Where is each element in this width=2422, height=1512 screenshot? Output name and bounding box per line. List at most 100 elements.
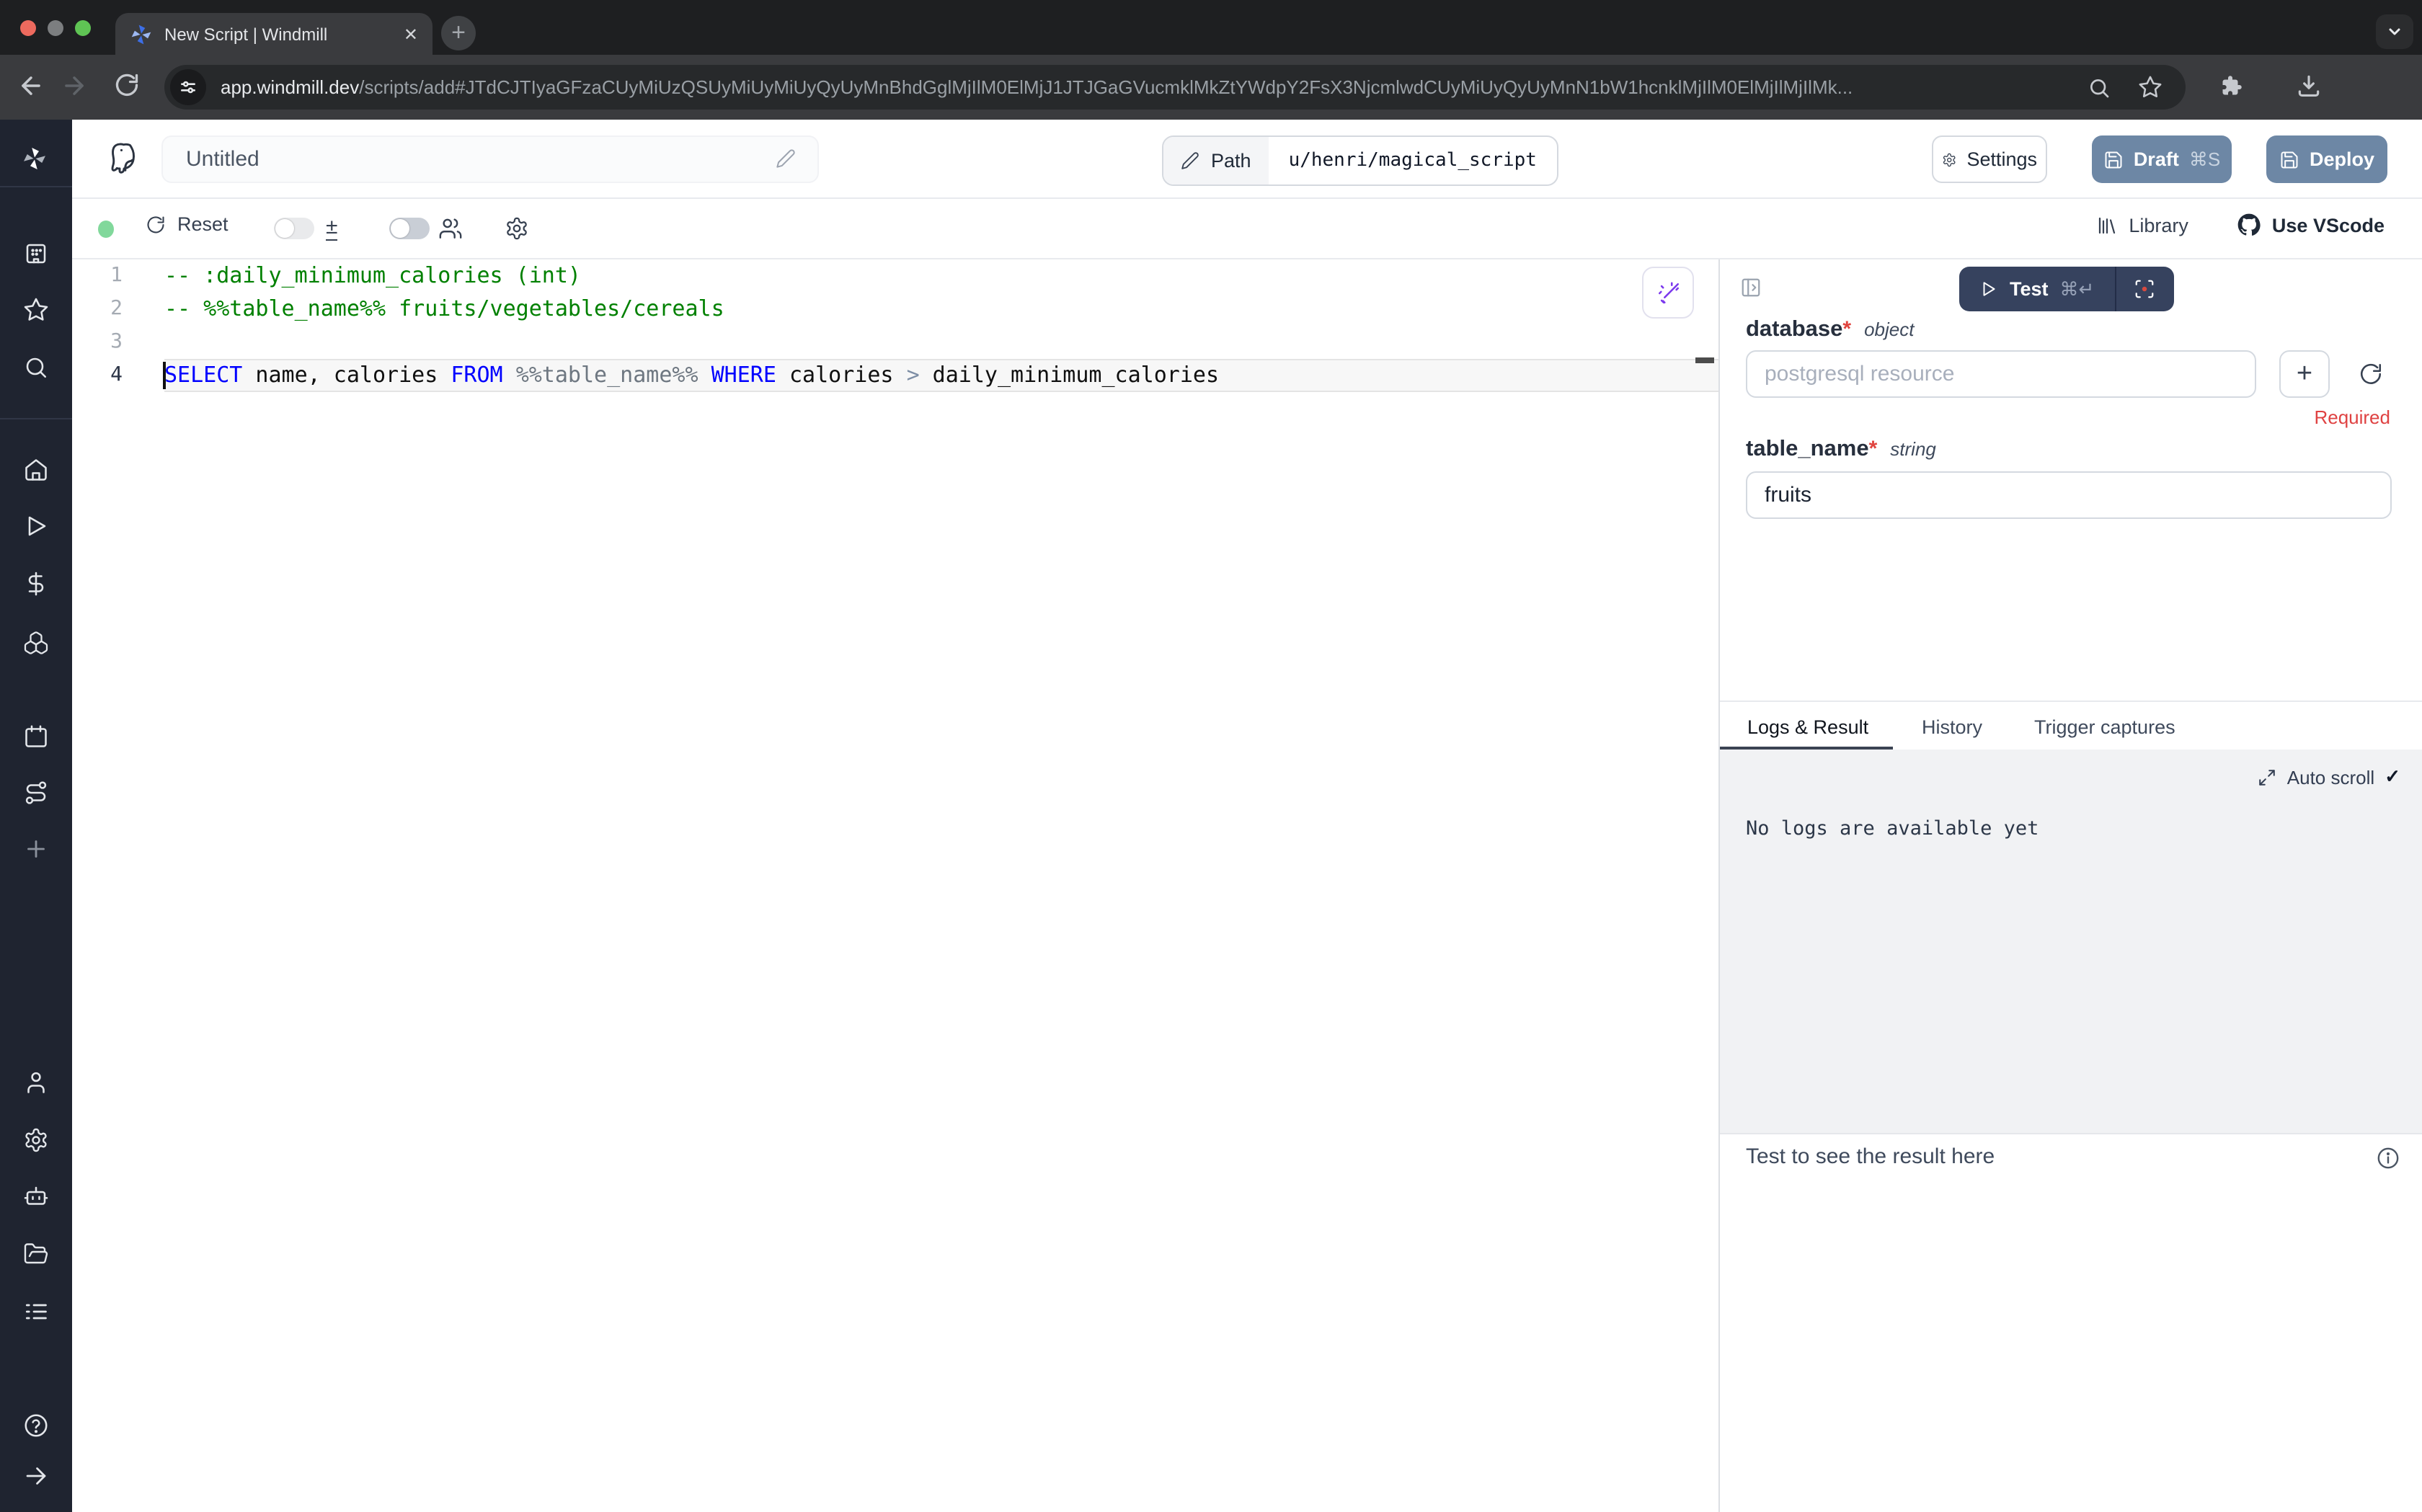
sidebar-item-search-icon[interactable] xyxy=(23,355,49,381)
tab-search-button[interactable] xyxy=(2376,14,2413,49)
scan-record-icon xyxy=(2134,278,2155,300)
chevron-down-icon xyxy=(2386,23,2403,40)
zoom-icon[interactable] xyxy=(2088,76,2111,99)
tab-close-icon[interactable]: ✕ xyxy=(404,24,418,44)
download-icon[interactable] xyxy=(2295,71,2323,99)
magic-wand-icon xyxy=(1656,280,1680,305)
window-close-button[interactable] xyxy=(20,19,36,35)
tab-logs-result[interactable]: Logs & Result xyxy=(1720,702,1893,751)
path-label: Path xyxy=(1211,150,1251,172)
url-bar[interactable]: app.windmill.dev/scripts/add#JTdCJTIyaGF… xyxy=(164,65,2186,110)
tab-history[interactable]: History xyxy=(1922,702,1982,751)
sidebar-item-variables-dollar-icon[interactable] xyxy=(23,571,49,597)
forward-icon[interactable] xyxy=(61,72,88,99)
database-input[interactable] xyxy=(1746,350,2256,398)
site-settings-icon[interactable] xyxy=(170,69,206,105)
sidebar-item-settings-gear-icon[interactable] xyxy=(23,1127,49,1153)
test-shortcut: ⌘↵ xyxy=(2060,277,2095,301)
new-tab-button[interactable]: + xyxy=(441,16,476,50)
tab-strip: New Script | Windmill ✕ + xyxy=(0,0,2422,55)
ai-assistant-button[interactable] xyxy=(1642,267,1694,319)
save-icon xyxy=(2279,149,2299,169)
line-number: 3 xyxy=(72,326,123,359)
test-button[interactable]: Test ⌘↵ xyxy=(1959,267,2114,311)
settings-label: Settings xyxy=(1966,148,2037,170)
reset-label: Reset xyxy=(177,213,229,235)
sidebar-item-routes-icon[interactable] xyxy=(23,780,49,806)
library-label: Library xyxy=(2129,214,2188,236)
watch-mode-button[interactable] xyxy=(2116,267,2173,311)
required-asterisk: * xyxy=(1869,437,1878,461)
github-octocat-icon xyxy=(2237,213,2261,236)
tab-title: New Script | Windmill xyxy=(164,24,395,44)
table-name-input[interactable] xyxy=(1746,471,2392,519)
reset-button[interactable]: Reset xyxy=(146,213,229,235)
sidebar-item-schedules-calendar-icon[interactable] xyxy=(23,724,49,750)
path-edit-segment[interactable]: Path xyxy=(1163,137,1269,184)
bookmark-star-icon[interactable] xyxy=(2138,75,2162,99)
code-line-2[interactable]: 2-- %%table_name%% fruits/vegetables/cer… xyxy=(72,293,1718,326)
script-summary-input[interactable] xyxy=(161,135,819,183)
edit-pencil-icon[interactable] xyxy=(776,148,796,169)
settings-button[interactable]: Settings xyxy=(1932,135,2047,183)
add-resource-button[interactable]: + xyxy=(2279,350,2330,398)
field-type: string xyxy=(1890,438,1936,460)
code-line-3[interactable]: 3 xyxy=(72,326,1718,359)
code-line-4[interactable]: 4SELECT name, calories FROM %%table_name… xyxy=(72,359,1718,392)
url-path: /scripts/add#JTdCJTIyaGFzaCUyMiUzQSUyMiU… xyxy=(359,76,1853,98)
main-area: Path u/henri/magical_script Settings Dra… xyxy=(72,120,2422,1512)
gear-icon xyxy=(1942,149,1956,169)
sidebar-item-help-icon[interactable] xyxy=(23,1413,49,1438)
sidebar-item-workers-robot-icon[interactable] xyxy=(23,1183,49,1209)
screen: New Script | Windmill ✕ + app.windmill.d… xyxy=(0,0,2422,1512)
draft-label: Draft xyxy=(2134,148,2179,170)
vscode-label: Use VScode xyxy=(2272,214,2385,236)
field-name: table_name* xyxy=(1746,437,1877,463)
sidebar-item-apps[interactable] xyxy=(23,241,49,267)
multiplayer-toggle[interactable] xyxy=(389,218,430,239)
diff-toggle[interactable] xyxy=(274,218,314,239)
deploy-label: Deploy xyxy=(2310,148,2374,170)
url-host: app.windmill.dev xyxy=(221,76,359,98)
sidebar-item-resources-cubes-icon[interactable] xyxy=(23,630,49,656)
save-draft-button[interactable]: Draft ⌘S xyxy=(2092,135,2232,183)
test-label: Test xyxy=(2010,278,2049,300)
editor-settings-gear-icon[interactable] xyxy=(505,216,529,241)
auto-scroll-control[interactable]: Auto scroll ✓ xyxy=(2258,765,2400,788)
back-icon[interactable] xyxy=(17,72,45,99)
run-panel: Test ⌘↵ database* object + xyxy=(1718,259,2422,1512)
sidebar-item-audit-logs-icon[interactable] xyxy=(23,1299,49,1325)
sidebar-item-runs-play-icon[interactable] xyxy=(23,513,49,539)
panel-collapse-icon[interactable] xyxy=(1740,277,1762,298)
info-icon[interactable] xyxy=(2376,1146,2400,1170)
deploy-button[interactable]: Deploy xyxy=(2266,135,2387,183)
play-icon xyxy=(1979,280,1998,298)
browser-toolbar: app.windmill.dev/scripts/add#JTdCJTIyaGF… xyxy=(0,55,2422,120)
code-editor[interactable]: 1-- :daily_minimum_calories (int)2-- %%t… xyxy=(72,259,1718,1512)
library-button[interactable]: Library xyxy=(2095,214,2188,236)
sidebar-item-add-icon[interactable] xyxy=(23,836,49,862)
tab-trigger-captures[interactable]: Trigger captures xyxy=(2034,702,2175,751)
refresh-resources-icon[interactable] xyxy=(2359,362,2383,386)
browser-tab[interactable]: New Script | Windmill ✕ xyxy=(115,13,432,55)
result-placeholder-text: Test to see the result here xyxy=(1746,1144,1995,1169)
auto-scroll-label: Auto scroll xyxy=(2287,766,2374,788)
code-line-1[interactable]: 1-- :daily_minimum_calories (int) xyxy=(72,259,1718,293)
window-zoom-button[interactable] xyxy=(75,19,91,35)
result-pane: Test to see the result here xyxy=(1720,1133,2422,1512)
sidebar-item-home-icon[interactable] xyxy=(23,457,49,483)
window-minimize-button[interactable] xyxy=(48,19,63,35)
extensions-puzzle-icon[interactable] xyxy=(2217,71,2243,97)
use-vscode-button[interactable]: Use VScode xyxy=(2237,213,2385,236)
reload-icon[interactable] xyxy=(114,72,140,98)
save-icon xyxy=(2103,149,2124,169)
sidebar-item-user-icon[interactable] xyxy=(23,1069,49,1095)
windmill-logo[interactable] xyxy=(22,146,48,172)
sidebar-expand-arrow-icon[interactable] xyxy=(23,1463,49,1489)
expand-icon[interactable] xyxy=(2258,768,2277,786)
sidebar-item-folders-icon[interactable] xyxy=(23,1241,49,1267)
sidebar-item-favorites-star-icon[interactable] xyxy=(23,297,49,323)
path-chip[interactable]: Path u/henri/magical_script xyxy=(1162,135,1558,186)
table-name-field-label: table_name* string xyxy=(1746,437,1936,463)
editor-toolbar: Reset ± Library Use VScode xyxy=(72,199,2422,259)
